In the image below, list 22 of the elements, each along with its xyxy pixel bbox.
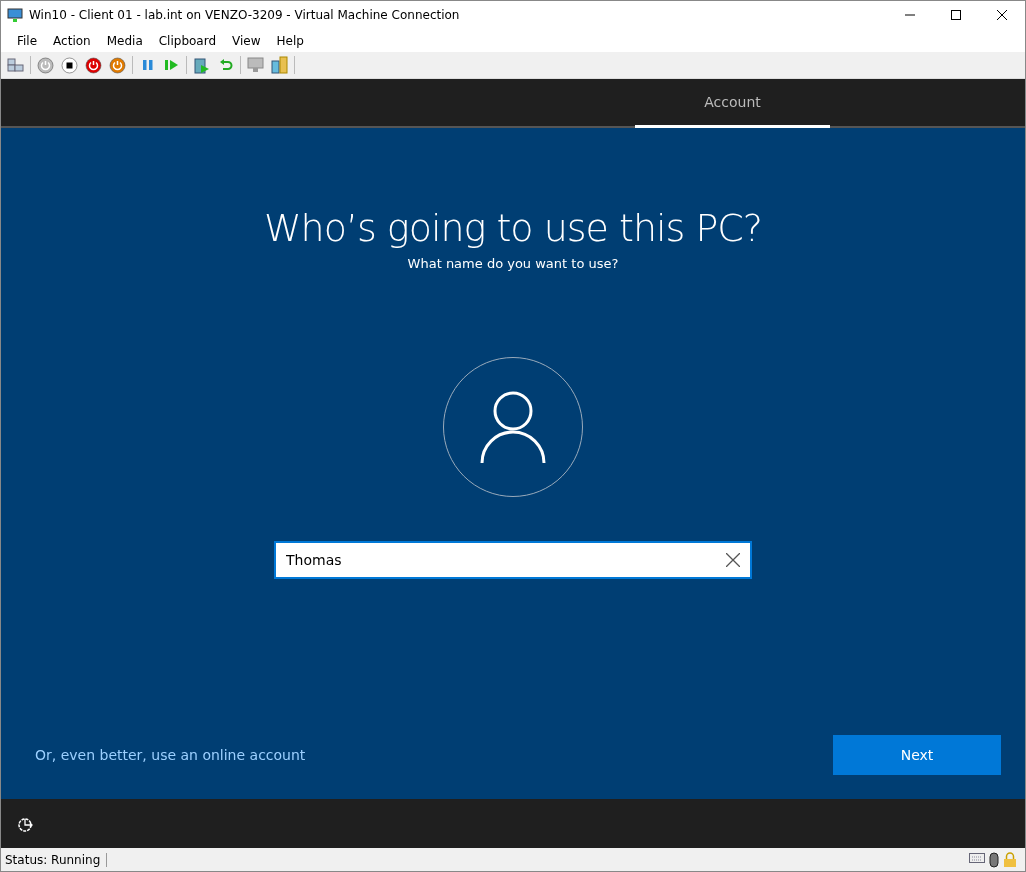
status-text: Status: Running [1,852,108,867]
page-subheading: What name do you want to use? [407,256,619,271]
online-account-link[interactable]: Or, even better, use an online account [35,747,306,763]
menu-item[interactable]: Clipboard [150,33,225,48]
menu-item[interactable]: Help [268,33,312,48]
maximize-icon[interactable] [951,10,961,20]
keyboard-icon [969,851,985,864]
mouse-icon [989,851,999,868]
menu-item[interactable]: Action [45,33,99,48]
next-button[interactable]: Next [833,735,1001,775]
menu-item[interactable]: View [224,33,269,48]
user-icon [480,390,546,464]
page-heading: Who’s going to use this PC? [263,206,762,250]
menu-item[interactable]: File [9,33,46,48]
clear-icon[interactable] [726,553,740,567]
window-title: Win10 - Client 01 - lab.int on VENZO-3209 - Virtual Machine Connection [29,8,461,22]
lock-icon [1003,851,1017,868]
close-icon[interactable] [997,10,1007,20]
turn-off-icon[interactable] [60,55,79,75]
monitor-icon [7,7,23,23]
menu-item[interactable]: Media [98,33,151,48]
name-field[interactable]: Thomas [274,541,752,579]
